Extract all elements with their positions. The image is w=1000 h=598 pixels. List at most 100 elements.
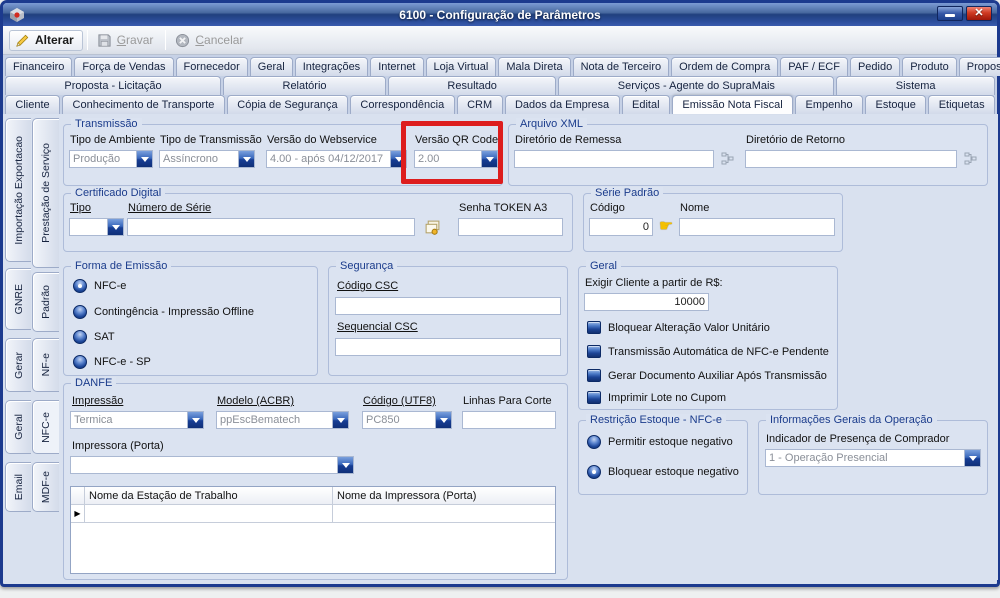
tab-forca-de-vendas[interactable]: Força de Vendas <box>74 57 173 76</box>
tab-cliente[interactable]: Cliente <box>5 95 60 114</box>
chevron-down-icon[interactable] <box>390 151 406 167</box>
chevron-down-icon[interactable] <box>238 151 254 167</box>
modelo-acbr-combo[interactable]: ppEscBematech <box>216 411 349 429</box>
screen: 6100 - Configuração de Parâmetros ✕ Alte… <box>0 0 1000 598</box>
tab-paf-ecf[interactable]: PAF / ECF <box>780 57 848 76</box>
tab-empenho[interactable]: Empenho <box>795 95 863 114</box>
senha-token-label: Senha TOKEN A3 <box>459 202 547 214</box>
tab-dados-da-empresa[interactable]: Dados da Empresa <box>505 95 620 114</box>
impressao-combo[interactable]: Termica <box>70 411 204 429</box>
tab-internet[interactable]: Internet <box>370 57 423 76</box>
radio-permitir-estoque[interactable]: Permitir estoque negativo <box>587 435 733 449</box>
vtab-mdfe[interactable]: MDF-e <box>32 462 59 512</box>
versao-qrcode-label: Versão QR Code <box>415 134 498 146</box>
grid-cell-impressora[interactable] <box>333 505 555 523</box>
radio-nfce[interactable]: NFC-e <box>73 279 126 293</box>
tab-relatorio[interactable]: Relatório <box>223 76 386 95</box>
tipo-ambiente-combo[interactable]: Produção <box>69 150 153 168</box>
tipo-certificado-combo[interactable] <box>69 218 124 236</box>
senha-token-input[interactable] <box>458 218 563 236</box>
tab-pedido[interactable]: Pedido <box>850 57 900 76</box>
grid-gutter <box>71 487 85 505</box>
tab-financeiro[interactable]: Financeiro <box>5 57 72 76</box>
chevron-down-icon[interactable] <box>435 412 451 428</box>
numero-serie-input[interactable] <box>127 218 415 236</box>
tab-produto[interactable]: Produto <box>902 57 957 76</box>
tab-copia-seguranca[interactable]: Cópia de Segurança <box>227 95 348 114</box>
grid-data-row[interactable]: ▶ <box>71 505 555 523</box>
tipo-transmissao-combo[interactable]: Assíncrono <box>159 150 255 168</box>
vtab-gerar[interactable]: Gerar <box>5 338 31 392</box>
sequencial-csc-input[interactable] <box>335 338 561 356</box>
impressora-porta-combo[interactable] <box>70 456 354 474</box>
vtab-gnre[interactable]: GNRE <box>5 268 31 330</box>
browse-remessa-button[interactable] <box>719 150 737 168</box>
chevron-down-icon[interactable] <box>107 219 123 235</box>
vtab-importacao-exportacao[interactable]: Importação Exportacao <box>5 118 31 262</box>
diretorio-remessa-input[interactable] <box>514 150 714 168</box>
checkbox-transmissao-automatica[interactable]: Transmissão Automática de NFC-e Pendente <box>587 345 829 358</box>
vtab-nfce[interactable]: NFC-e <box>32 400 59 454</box>
tab-ordem-de-compra[interactable]: Ordem de Compra <box>671 57 778 76</box>
tab-loja-virtual[interactable]: Loja Virtual <box>426 57 497 76</box>
tab-emissao-nota-fiscal[interactable]: Emissão Nota Fiscal <box>672 95 793 114</box>
tab-sistema[interactable]: Sistema <box>836 76 995 95</box>
serie-nome-input[interactable] <box>679 218 835 236</box>
radio-nfce-sp[interactable]: NFC-e - SP <box>73 355 151 369</box>
linhas-corte-input[interactable] <box>462 411 556 429</box>
minimize-button[interactable] <box>937 6 963 21</box>
versao-webservice-label: Versão do Webservice <box>267 134 377 146</box>
tab-servicos-agente[interactable]: Serviços - Agente do SupraMais <box>558 76 834 95</box>
vtab-label: Prestação de Serviço <box>40 143 52 243</box>
tab-integracoes[interactable]: Integrações <box>295 57 368 76</box>
diretorio-retorno-input[interactable] <box>745 150 957 168</box>
radio-sat[interactable]: SAT <box>73 330 115 344</box>
codigo-csc-input[interactable] <box>335 297 561 315</box>
tab-nota-de-terceiro[interactable]: Nota de Terceiro <box>573 57 670 76</box>
checkbox-icon <box>587 369 601 382</box>
select-certificate-button[interactable] <box>422 217 442 237</box>
tab-etiquetas[interactable]: Etiquetas <box>928 95 995 114</box>
tab-edital[interactable]: Edital <box>622 95 670 114</box>
alterar-button[interactable]: Alterar <box>9 30 83 51</box>
tab-correspondencia[interactable]: Correspondência <box>350 95 455 114</box>
serie-codigo-input[interactable]: 0 <box>589 218 653 236</box>
versao-qrcode-combo[interactable]: 2.00 <box>414 150 498 168</box>
tab-proposta[interactable]: Proposta <box>959 57 1000 76</box>
tab-conhecimento-transporte[interactable]: Conhecimento de Transporte <box>62 95 225 114</box>
versao-webservice-combo[interactable]: 4.00 - após 04/12/2017 <box>266 150 407 168</box>
codigo-utf8-combo[interactable]: PC850 <box>362 411 452 429</box>
checkbox-bloquear-alteracao[interactable]: Bloquear Alteração Valor Unitário <box>587 321 770 334</box>
tab-resultado[interactable]: Resultado <box>388 76 556 95</box>
tab-proposta-licitacao[interactable]: Proposta - Licitação <box>5 76 221 95</box>
vtab-padrao[interactable]: Padrão <box>32 272 59 332</box>
estacoes-impressoras-grid[interactable]: Nome da Estação de Trabalho Nome da Impr… <box>70 486 556 574</box>
radio-contingencia[interactable]: Contingência - Impressão Offline <box>73 305 254 319</box>
checkbox-imprimir-lote[interactable]: Imprimir Lote no Cupom <box>587 391 726 404</box>
tab-mala-direta[interactable]: Mala Direta <box>498 57 570 76</box>
chevron-down-icon[interactable] <box>187 412 203 428</box>
tab-crm[interactable]: CRM <box>457 95 503 114</box>
chevron-down-icon[interactable] <box>332 412 348 428</box>
close-button[interactable]: ✕ <box>966 6 992 21</box>
exigir-cliente-input[interactable]: 10000 <box>584 293 709 311</box>
tab-estoque[interactable]: Estoque <box>865 95 926 114</box>
vtab-label: GNRE <box>13 284 25 314</box>
vtab-email[interactable]: Email <box>5 462 31 512</box>
indicador-presenca-combo[interactable]: 1 - Operação Presencial <box>765 449 981 467</box>
vtab-prestacao-servico[interactable]: Prestação de Serviço <box>32 118 59 268</box>
grid-cell-estacao[interactable] <box>85 505 333 523</box>
vtab-geral-lateral[interactable]: Geral <box>5 400 31 454</box>
radio-bloquear-estoque[interactable]: Bloquear estoque negativo <box>587 465 739 479</box>
tab-geral[interactable]: Geral <box>250 57 293 76</box>
chevron-down-icon[interactable] <box>964 450 980 466</box>
lookup-serie-button[interactable]: ☛ <box>656 217 676 237</box>
row-indicator-icon: ▶ <box>74 509 80 518</box>
chevron-down-icon[interactable] <box>337 457 353 473</box>
browse-retorno-button[interactable] <box>962 150 980 168</box>
tab-fornecedor[interactable]: Fornecedor <box>176 57 248 76</box>
chevron-down-icon[interactable] <box>136 151 152 167</box>
checkbox-gerar-documento[interactable]: Gerar Documento Auxiliar Após Transmissã… <box>587 369 827 382</box>
vtab-nfe[interactable]: NF-e <box>32 338 59 392</box>
chevron-down-icon[interactable] <box>481 151 497 167</box>
